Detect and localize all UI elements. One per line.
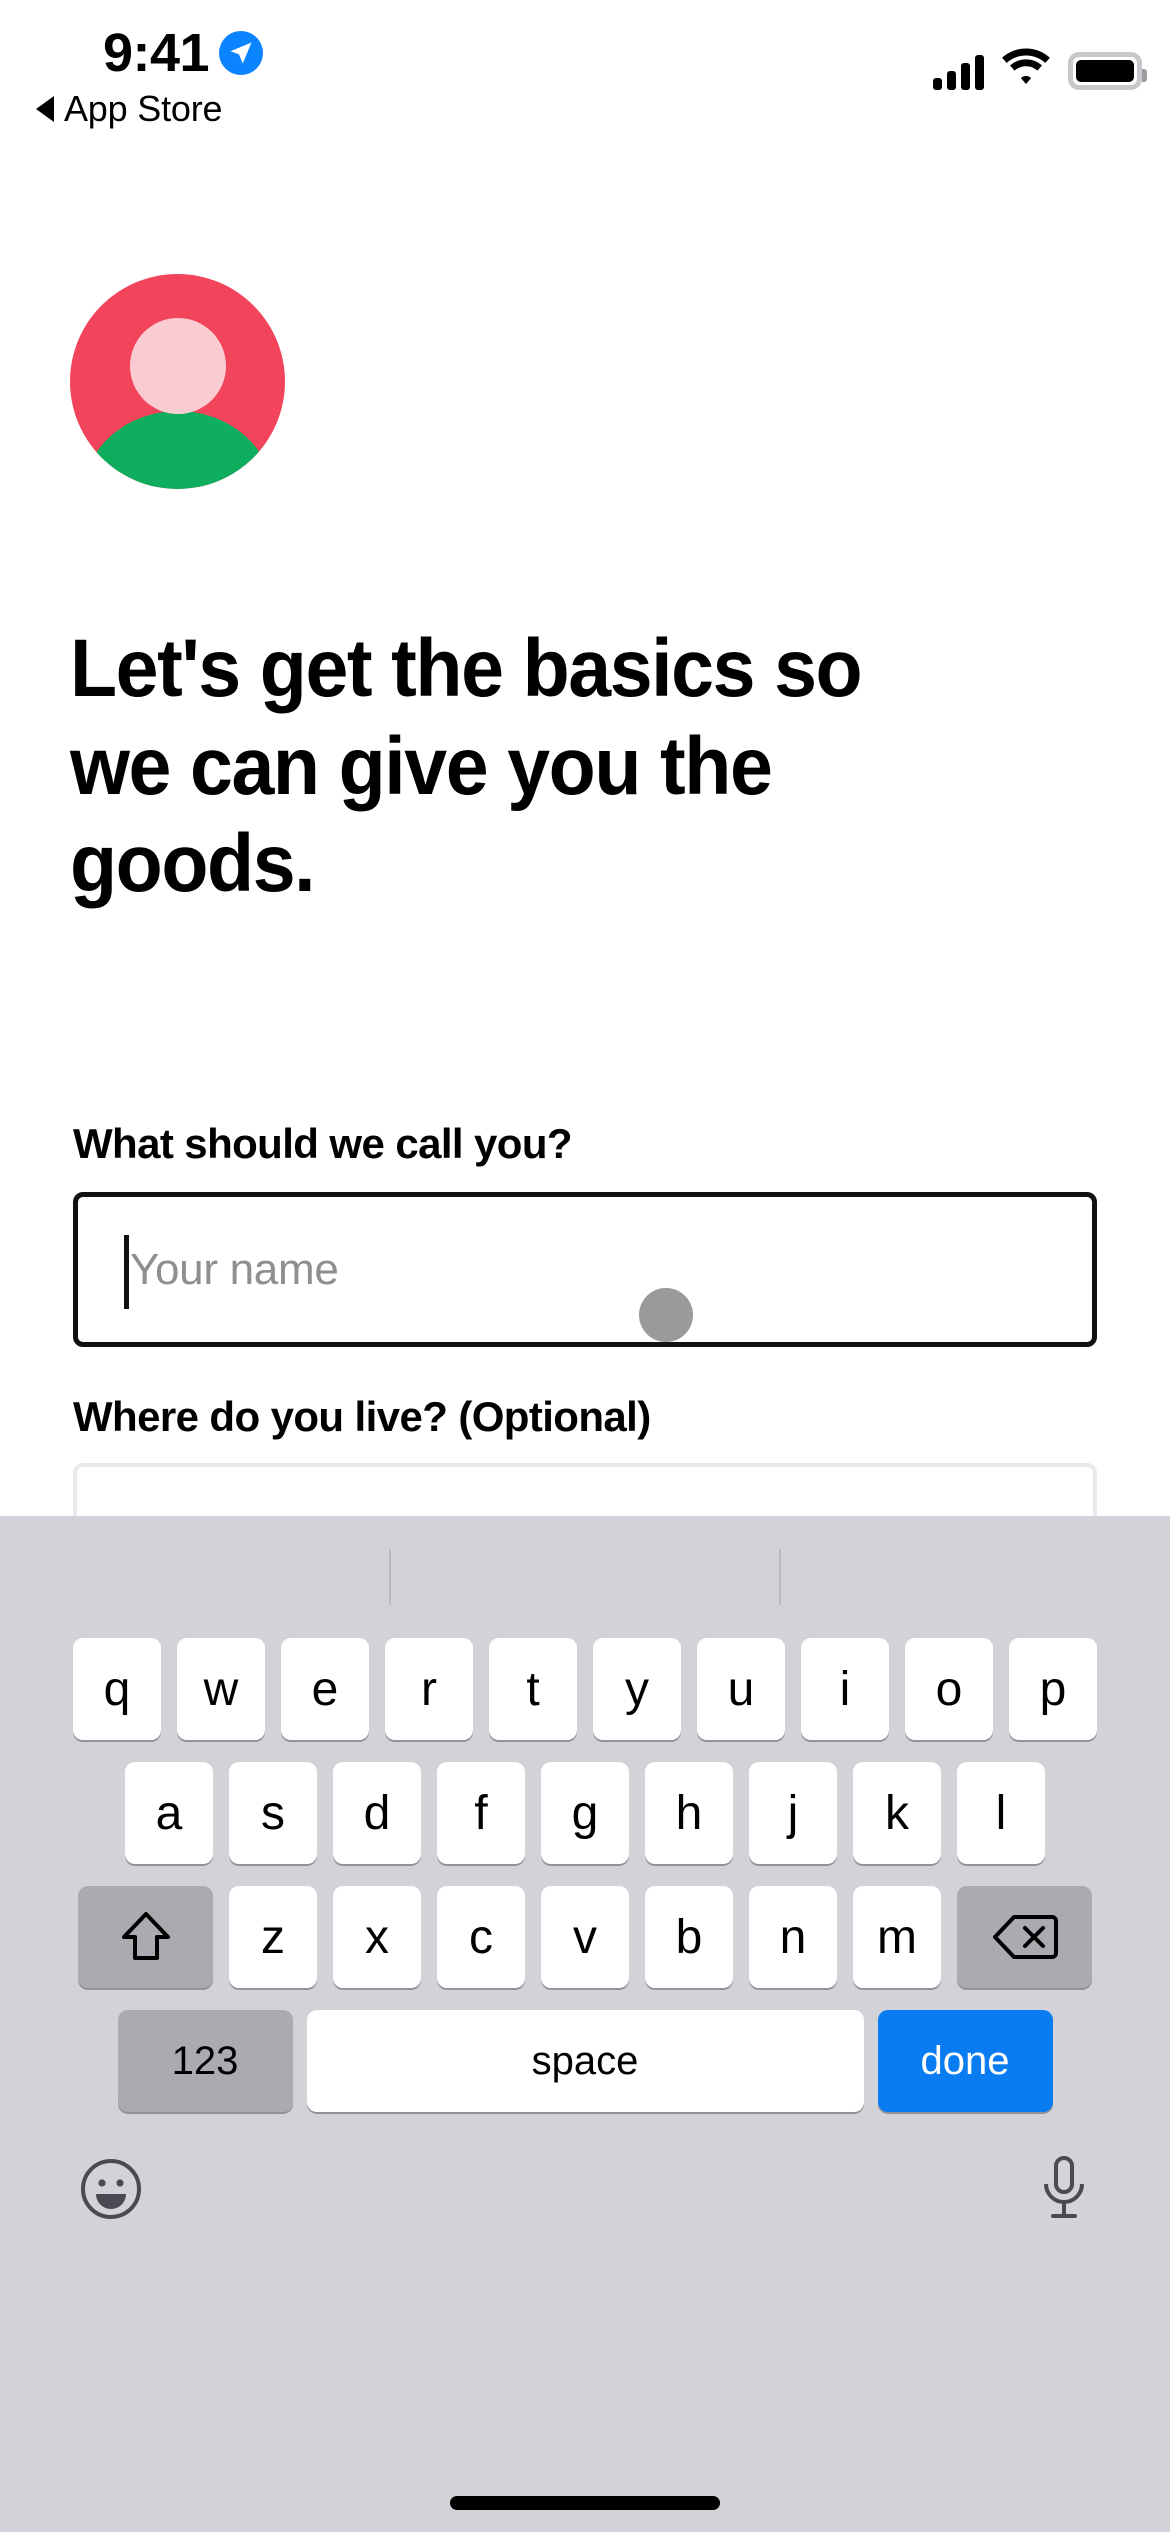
- status-time-group: 9:41: [103, 23, 264, 83]
- location-field-label: Where do you live? (Optional): [73, 1393, 651, 1440]
- microphone-icon[interactable]: [1038, 2154, 1090, 2224]
- key-t[interactable]: t: [489, 1638, 577, 1740]
- key-m[interactable]: m: [853, 1886, 941, 1988]
- key-q[interactable]: q: [73, 1638, 161, 1740]
- on-screen-keyboard: q w e r t y u i o p a s d f g h j k l z …: [0, 1516, 1170, 2532]
- keyboard-row-4: 123 space done: [0, 2010, 1170, 2112]
- emoji-smiley-icon[interactable]: [80, 2158, 142, 2220]
- back-to-app-store-link[interactable]: App Store: [36, 88, 223, 130]
- text-caret: [124, 1235, 129, 1309]
- battery-full-icon: [1068, 52, 1147, 90]
- keyboard-utility-row: [0, 2134, 1170, 2284]
- location-arrow-icon: [219, 31, 264, 75]
- avatar-head-shape: [129, 318, 226, 414]
- key-y[interactable]: y: [593, 1638, 681, 1740]
- predictive-divider: [389, 1549, 391, 1605]
- keyboard-row-1: q w e r t y u i o p: [0, 1638, 1170, 1740]
- back-triangle-icon: [36, 96, 54, 122]
- back-link-label: App Store: [64, 88, 223, 129]
- status-time: 9:41: [103, 23, 210, 83]
- key-h[interactable]: h: [645, 1762, 733, 1864]
- home-indicator-bar: [450, 2496, 720, 2510]
- wifi-icon: [1000, 47, 1052, 90]
- key-g[interactable]: g: [541, 1762, 629, 1864]
- key-v[interactable]: v: [541, 1886, 629, 1988]
- key-i[interactable]: i: [801, 1638, 889, 1740]
- key-a[interactable]: a: [125, 1762, 213, 1864]
- predictive-text-bar[interactable]: [0, 1516, 1170, 1638]
- key-u[interactable]: u: [697, 1638, 785, 1740]
- key-j[interactable]: j: [749, 1762, 837, 1864]
- key-p[interactable]: p: [1009, 1638, 1097, 1740]
- keyboard-row-2: a s d f g h j k l: [0, 1762, 1170, 1864]
- name-field-label: What should we call you?: [73, 1120, 573, 1167]
- space-key[interactable]: space: [306, 2010, 864, 2112]
- key-n[interactable]: n: [749, 1886, 837, 1988]
- key-x[interactable]: x: [333, 1886, 421, 1988]
- key-c[interactable]: c: [437, 1886, 525, 1988]
- status-indicators: [933, 47, 1147, 90]
- done-key[interactable]: done: [877, 2010, 1053, 2112]
- key-l[interactable]: l: [957, 1762, 1045, 1864]
- avatar: [70, 274, 285, 489]
- key-w[interactable]: w: [177, 1638, 265, 1740]
- key-e[interactable]: e: [281, 1638, 369, 1740]
- keyboard-row-3: z x c v b n m: [0, 1886, 1170, 1988]
- predictive-divider: [779, 1549, 781, 1605]
- key-d[interactable]: d: [333, 1762, 421, 1864]
- backspace-delete-icon[interactable]: [957, 1886, 1092, 1988]
- tap-indicator: [639, 1288, 693, 1342]
- page-title: Let's get the basics so we can give you …: [70, 622, 863, 910]
- key-s[interactable]: s: [229, 1762, 317, 1864]
- numbers-key[interactable]: 123: [117, 2010, 293, 2112]
- name-input-placeholder: Your name: [130, 1244, 339, 1294]
- key-o[interactable]: o: [905, 1638, 993, 1740]
- key-b[interactable]: b: [645, 1886, 733, 1988]
- avatar-body-shape: [82, 411, 273, 489]
- key-r[interactable]: r: [385, 1638, 473, 1740]
- key-f[interactable]: f: [437, 1762, 525, 1864]
- shift-arrow-icon[interactable]: [78, 1886, 213, 1988]
- key-z[interactable]: z: [229, 1886, 317, 1988]
- name-input[interactable]: Your name: [73, 1192, 1097, 1347]
- cellular-signal-icon: [933, 50, 984, 90]
- key-k[interactable]: k: [853, 1762, 941, 1864]
